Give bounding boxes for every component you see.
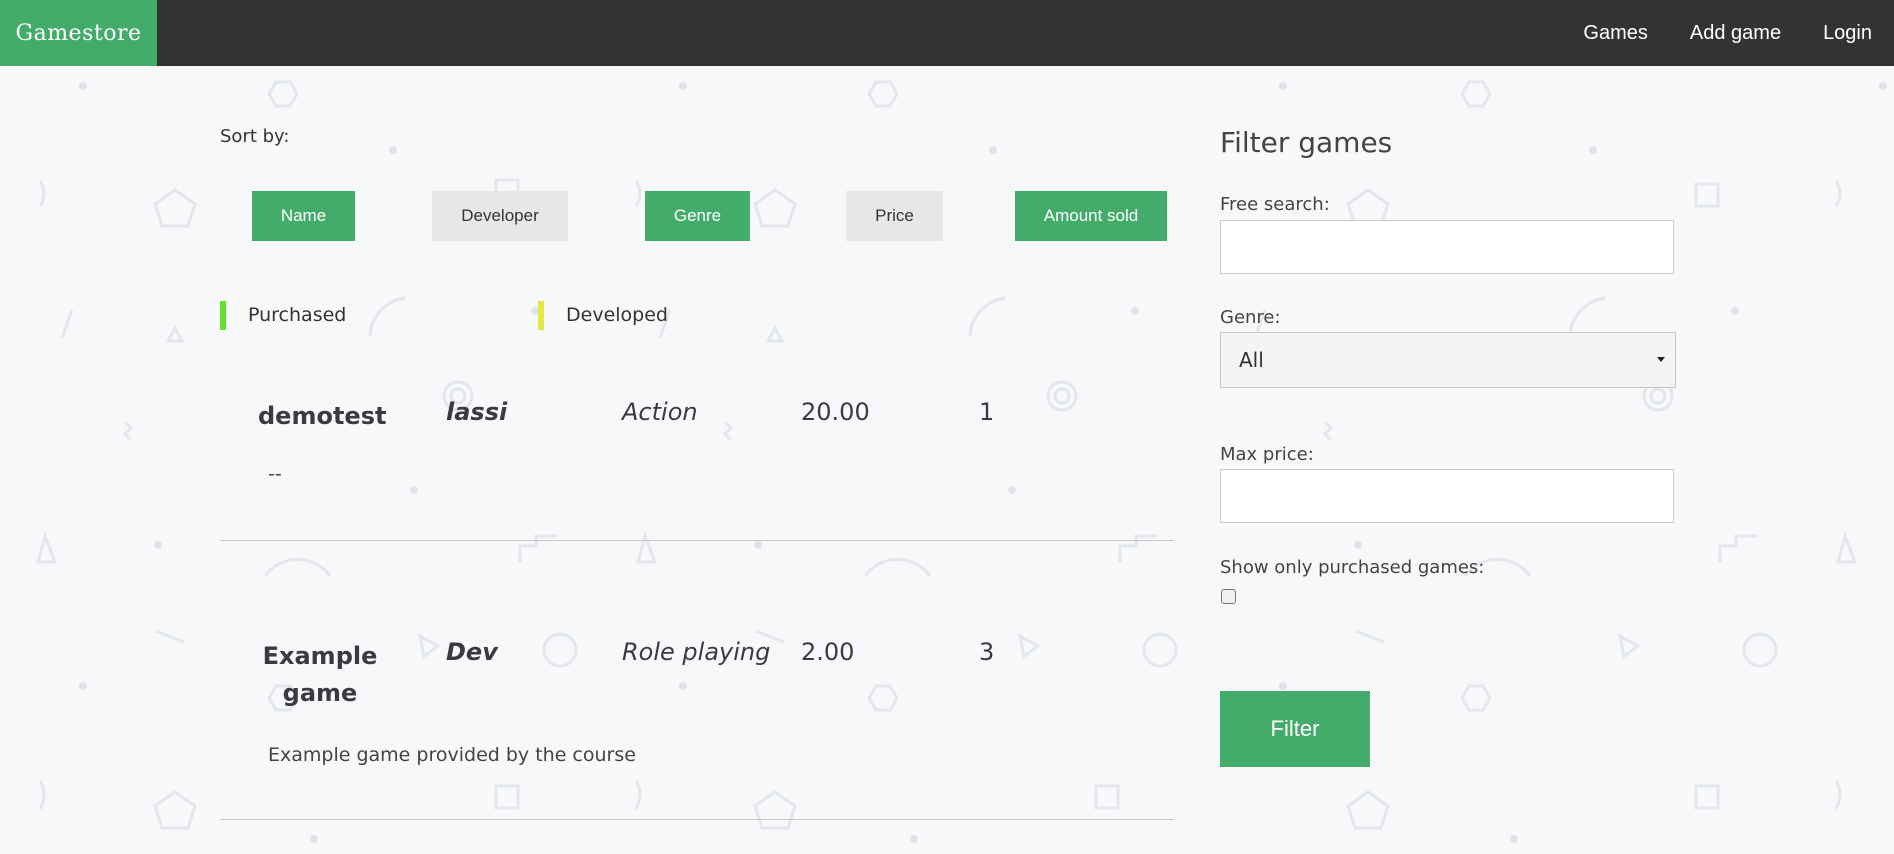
sort-developer-button[interactable]: Developer (432, 191, 568, 241)
game-row[interactable]: demotest lassi Action 20.00 1 -- (220, 386, 1174, 541)
nav-login-link[interactable]: Login (1802, 0, 1894, 66)
game-genre: Role playing (622, 638, 771, 666)
game-developer: lassi (446, 398, 508, 426)
developed-color-marker (538, 300, 544, 330)
game-row[interactable]: Example game Dev Role playing 2.00 3 Exa… (220, 626, 1174, 820)
purchased-only-checkbox[interactable] (1221, 589, 1236, 604)
game-description: Example game provided by the course (268, 744, 636, 766)
purchased-color-marker (220, 300, 226, 330)
caret-down-icon (1657, 357, 1665, 362)
game-developer: Dev (446, 638, 498, 666)
genre-select[interactable]: All (1220, 332, 1676, 388)
max-price-input[interactable] (1220, 469, 1674, 523)
main-content: Sort by: Name Developer Genre Price Amou… (0, 66, 1894, 854)
game-genre: Action (622, 398, 698, 426)
navbar: Gamestore Games Add game Login (0, 0, 1894, 66)
game-name: Example game (262, 642, 378, 707)
brand-logo-link[interactable]: Gamestore (0, 0, 157, 66)
genre-label: Genre: (1220, 307, 1281, 328)
legend-purchased: Purchased (220, 300, 346, 330)
nav-links: Games Add game Login (1562, 0, 1894, 66)
game-name: demotest (258, 402, 387, 430)
sort-genre-button[interactable]: Genre (645, 191, 750, 241)
max-price-label: Max price: (1220, 444, 1314, 465)
game-amount-sold: 1 (979, 398, 995, 426)
sort-name-button[interactable]: Name (252, 191, 355, 241)
free-search-input[interactable] (1220, 220, 1674, 274)
legend-purchased-label: Purchased (248, 304, 347, 326)
filter-button[interactable]: Filter (1220, 691, 1370, 767)
free-search-label: Free search: (1220, 194, 1330, 215)
nav-games-link[interactable]: Games (1562, 0, 1668, 66)
sort-label: Sort by: (220, 126, 290, 147)
nav-add-game-link[interactable]: Add game (1669, 0, 1802, 66)
legend-developed: Developed (538, 300, 668, 330)
game-description: -- (268, 463, 282, 485)
game-price: 2.00 (801, 638, 855, 666)
legend-developed-label: Developed (566, 304, 668, 326)
sort-price-button[interactable]: Price (846, 191, 943, 241)
genre-selected-value: All (1239, 348, 1264, 372)
game-amount-sold: 3 (979, 638, 995, 666)
purchased-only-label: Show only purchased games: (1220, 557, 1485, 578)
filter-title: Filter games (1220, 126, 1393, 159)
sort-amount-sold-button[interactable]: Amount sold (1015, 191, 1167, 241)
game-price: 20.00 (801, 398, 870, 426)
